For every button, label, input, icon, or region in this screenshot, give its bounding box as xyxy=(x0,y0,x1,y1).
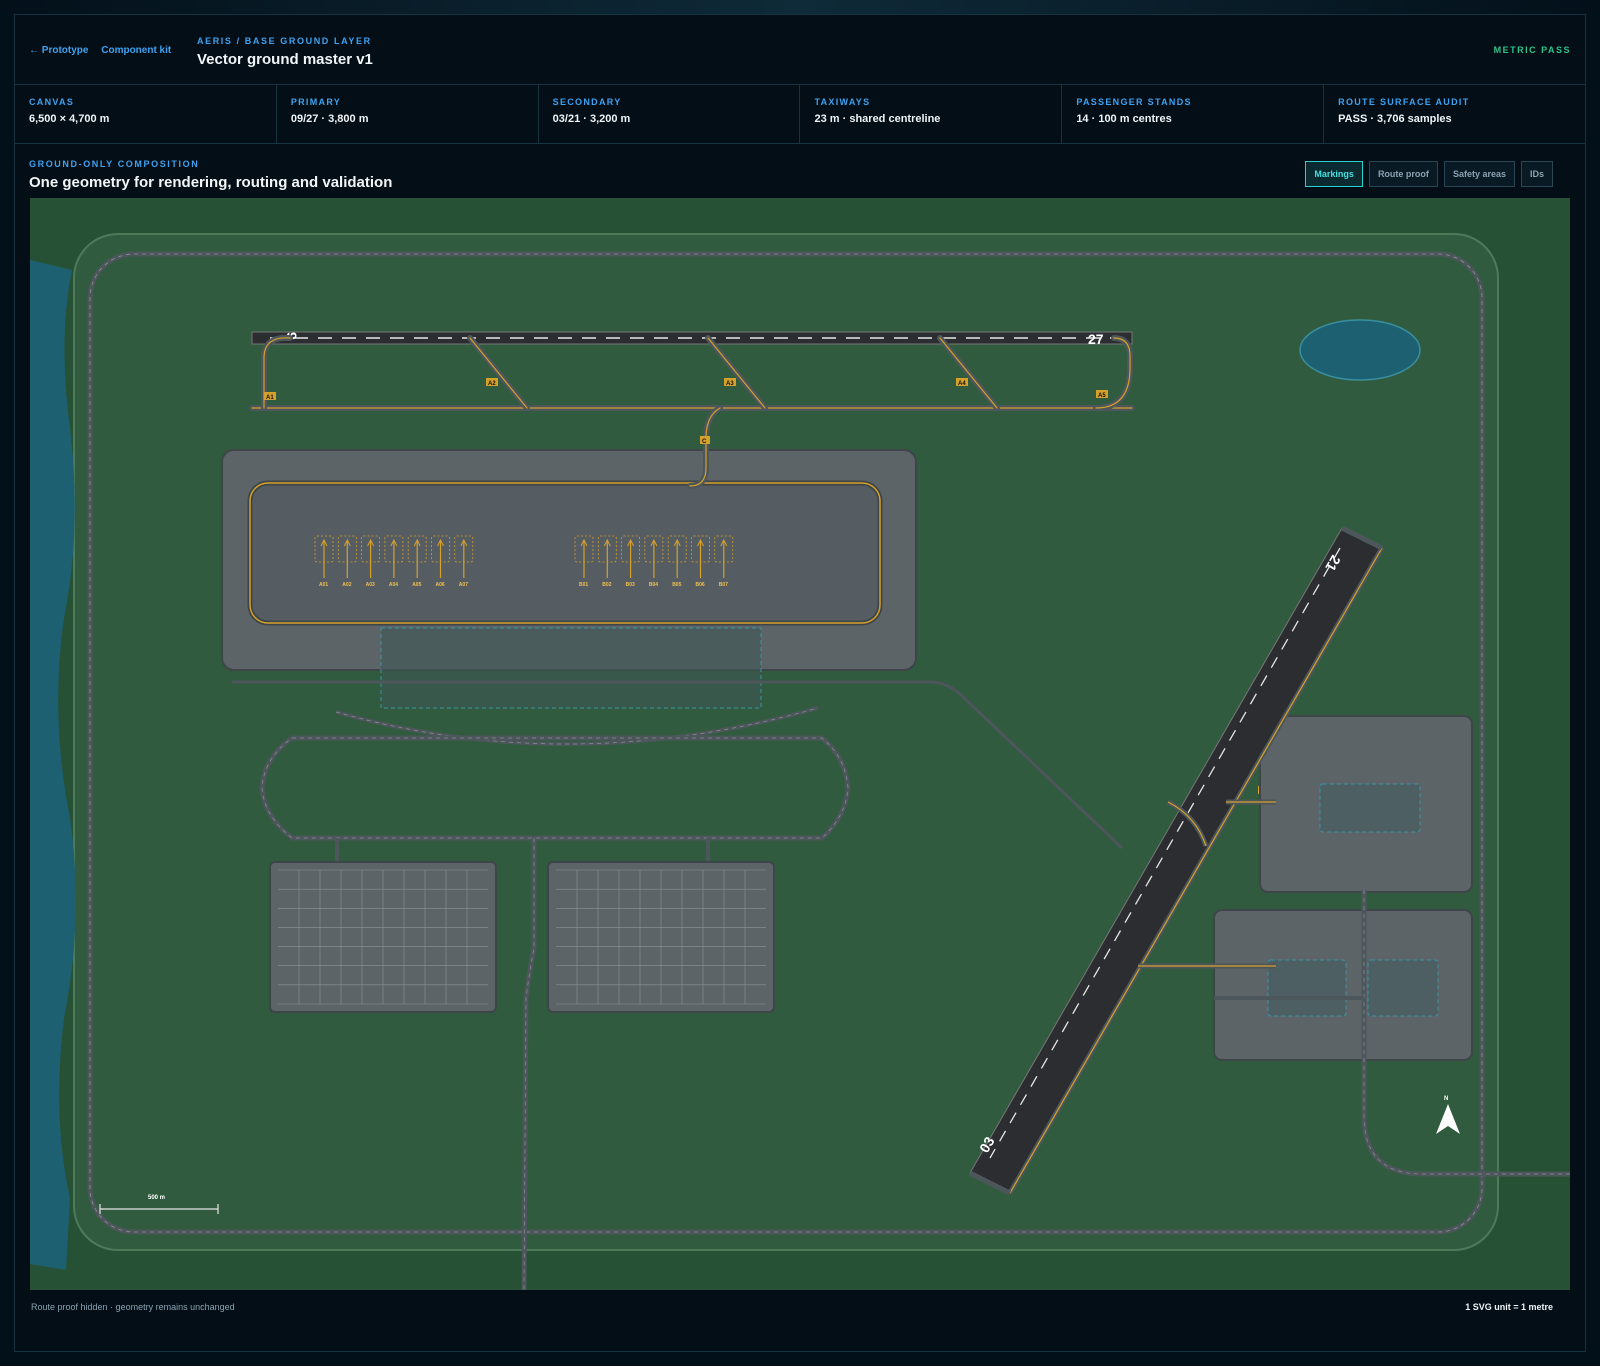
stat-route-audit: ROUTE SURFACE AUDIT PASS · 3,706 samples xyxy=(1324,85,1585,143)
section-heading: GROUND-ONLY COMPOSITION One geometry for… xyxy=(29,159,392,191)
stat-secondary: SECONDARY 03/21 · 3,200 m xyxy=(539,85,801,143)
river xyxy=(30,260,76,1270)
car-park-east xyxy=(547,861,775,1013)
stat-label: ROUTE SURFACE AUDIT xyxy=(1338,97,1470,107)
stat-passenger-stands: PASSENGER STANDS 14 · 100 m centres xyxy=(1062,85,1325,143)
stat-label: PASSENGER STANDS xyxy=(1076,97,1192,107)
stand-label: B05 xyxy=(672,582,681,588)
stand-label: B07 xyxy=(719,582,728,588)
section-eyebrow: GROUND-ONLY COMPOSITION xyxy=(29,159,200,169)
layer-toggles: Markings Route proof Safety areas IDs xyxy=(1305,161,1553,187)
toggle-safety-areas[interactable]: Safety areas xyxy=(1443,161,1515,187)
footer-scale-note: 1 SVG unit = 1 metre xyxy=(1465,1302,1553,1312)
stand-label: B02 xyxy=(602,582,611,588)
section-title: One geometry for rendering, routing and … xyxy=(29,174,393,191)
nav: ← Prototype Component kit xyxy=(29,45,181,56)
pond xyxy=(1299,319,1421,381)
stat-label: TAXIWAYS xyxy=(814,97,871,107)
stat-value: PASS · 3,706 samples xyxy=(1338,113,1452,125)
stat-value: 09/27 · 3,800 m xyxy=(290,113,369,125)
stat-value: 6,500 × 4,700 m xyxy=(29,113,110,125)
taxiway-label-a3: A3 xyxy=(726,381,734,387)
stand-label: A01 xyxy=(319,582,328,588)
toggle-ids[interactable]: IDs xyxy=(1520,161,1553,187)
taxiway-label-c: C xyxy=(702,439,707,445)
stand-label: B01 xyxy=(579,582,588,588)
stat-value: 23 m · shared centreline xyxy=(814,113,941,125)
ground-map[interactable]: A01 A02 A03 A04 A05 A06 A07 B01 B02 B03 B04 B05 B06 B… xyxy=(30,198,1570,1290)
stand-label: A05 xyxy=(412,582,421,588)
app-frame: ← Prototype Component kit AERIS / BASE G… xyxy=(14,14,1586,1352)
stand-label: A06 xyxy=(436,582,445,588)
ground-map-svg: A01 A02 A03 A04 A05 A06 A07 B01 B02 B03 B04 B05 B06 B… xyxy=(30,233,1570,1290)
component-kit-link[interactable]: Component kit xyxy=(101,45,171,56)
toggle-route-proof[interactable]: Route proof xyxy=(1368,161,1438,187)
page-title: Vector ground master v1 xyxy=(197,51,373,68)
taxiway-label-a2: A2 xyxy=(488,381,496,387)
north-label: N xyxy=(1444,1096,1448,1102)
stat-label: SECONDARY xyxy=(552,97,622,107)
stat-primary: PRIMARY 09/27 · 3,800 m xyxy=(277,85,539,143)
runway-end-27-label: 27 xyxy=(1088,331,1104,347)
header-title-group: AERIS / BASE GROUND LAYER Vector ground … xyxy=(197,36,373,68)
car-park-west xyxy=(269,861,497,1013)
stand-label: B03 xyxy=(626,582,635,588)
taxiway-label-a4: A4 xyxy=(958,381,966,387)
stats-bar: CANVAS 6,500 × 4,700 m PRIMARY 09/27 · 3… xyxy=(15,85,1585,144)
top-glow xyxy=(0,0,1600,14)
stand-label: A07 xyxy=(459,582,468,588)
header: ← Prototype Component kit AERIS / BASE G… xyxy=(15,15,1585,85)
stat-label: PRIMARY xyxy=(290,97,342,107)
stand-label: B06 xyxy=(696,582,705,588)
stat-value: 03/21 · 3,200 m xyxy=(552,113,631,125)
scale-bar-label: 500 m xyxy=(148,1195,165,1201)
toggle-markings[interactable]: Markings xyxy=(1305,161,1363,187)
stat-value: 14 · 100 m centres xyxy=(1076,113,1172,125)
metric-status-badge: METRIC PASS xyxy=(1493,45,1571,55)
stand-label: A04 xyxy=(389,582,398,588)
taxiway-label-a1: A1 xyxy=(266,395,274,401)
stat-label: CANVAS xyxy=(29,97,75,107)
taxiway-label-a5: A5 xyxy=(1098,393,1106,399)
stand-label: A03 xyxy=(366,582,375,588)
stand-label: A02 xyxy=(342,582,351,588)
header-eyebrow: AERIS / BASE GROUND LAYER xyxy=(197,36,372,46)
apron-loop-taxiway xyxy=(247,480,883,626)
stat-canvas: CANVAS 6,500 × 4,700 m xyxy=(15,85,277,143)
terminal-building-footprint xyxy=(380,627,762,709)
back-to-prototype-link[interactable]: ← Prototype xyxy=(29,45,88,56)
footer-status: Route proof hidden · geometry remains un… xyxy=(31,1302,235,1312)
stat-taxiways: TAXIWAYS 23 m · shared centreline xyxy=(800,85,1063,143)
stand-label: B04 xyxy=(649,582,658,588)
